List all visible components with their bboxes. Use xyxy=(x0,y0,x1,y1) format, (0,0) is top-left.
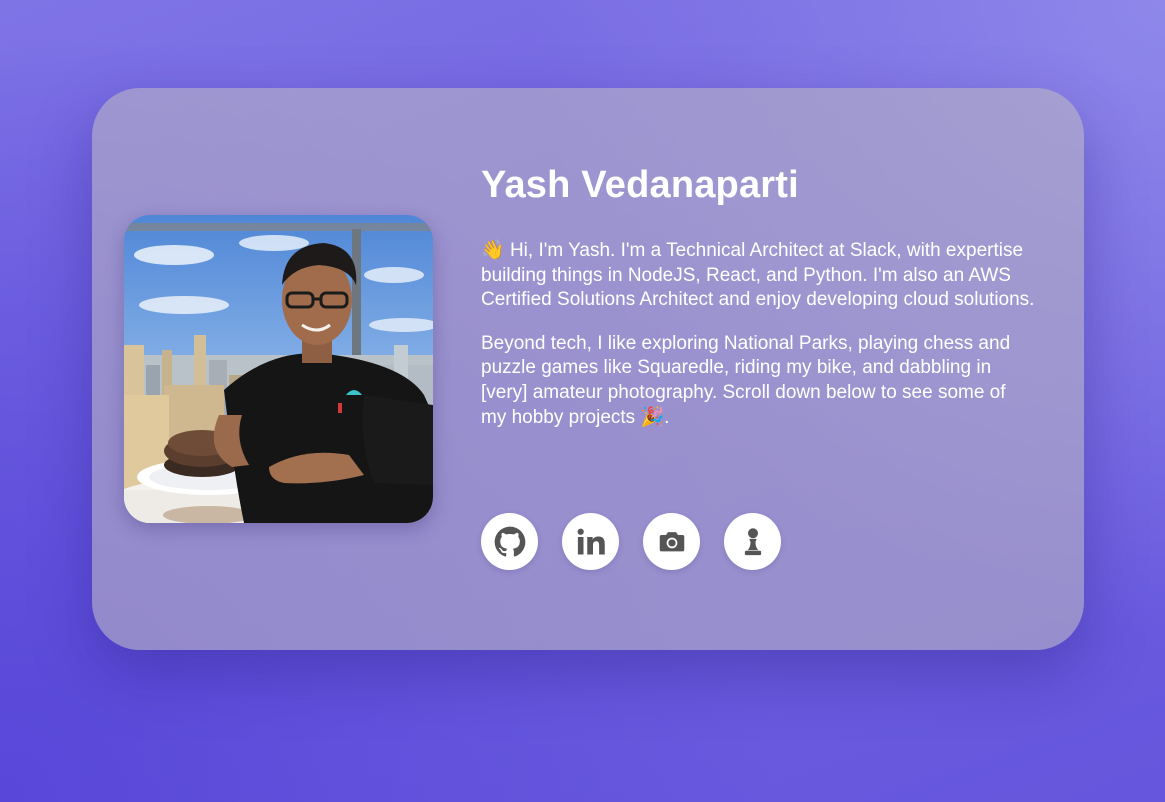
profile-card: Yash Vedanaparti 👋 Hi, I'm Yash. I'm a T… xyxy=(92,88,1084,650)
linkedin-link[interactable] xyxy=(562,513,619,570)
profile-photo xyxy=(124,215,433,523)
profile-photo-image xyxy=(124,215,433,523)
camera-icon xyxy=(659,531,684,551)
bio-paragraph-2: Beyond tech, I like exploring National P… xyxy=(481,332,1036,431)
social-links xyxy=(481,513,781,570)
bio-paragraph-2-text: Beyond tech, I like exploring National P… xyxy=(481,332,1011,429)
party-emoji: 🎉 xyxy=(640,406,665,428)
wave-emoji: 👋 xyxy=(481,239,505,261)
bio-paragraph-2-end: . xyxy=(664,407,670,428)
bio: 👋 Hi, I'm Yash. I'm a Technical Architec… xyxy=(481,238,1036,450)
page-title: Yash Vedanaparti xyxy=(481,164,799,206)
github-icon xyxy=(494,526,525,557)
linkedin-icon xyxy=(577,528,605,554)
bio-paragraph-1-text: Hi, I'm Yash. I'm a Technical Architect … xyxy=(481,240,1035,310)
photography-link[interactable] xyxy=(643,513,700,570)
github-link[interactable] xyxy=(481,513,538,570)
bio-paragraph-1: 👋 Hi, I'm Yash. I'm a Technical Architec… xyxy=(481,238,1036,313)
chess-pawn-icon xyxy=(744,527,761,555)
chess-link[interactable] xyxy=(724,513,781,570)
